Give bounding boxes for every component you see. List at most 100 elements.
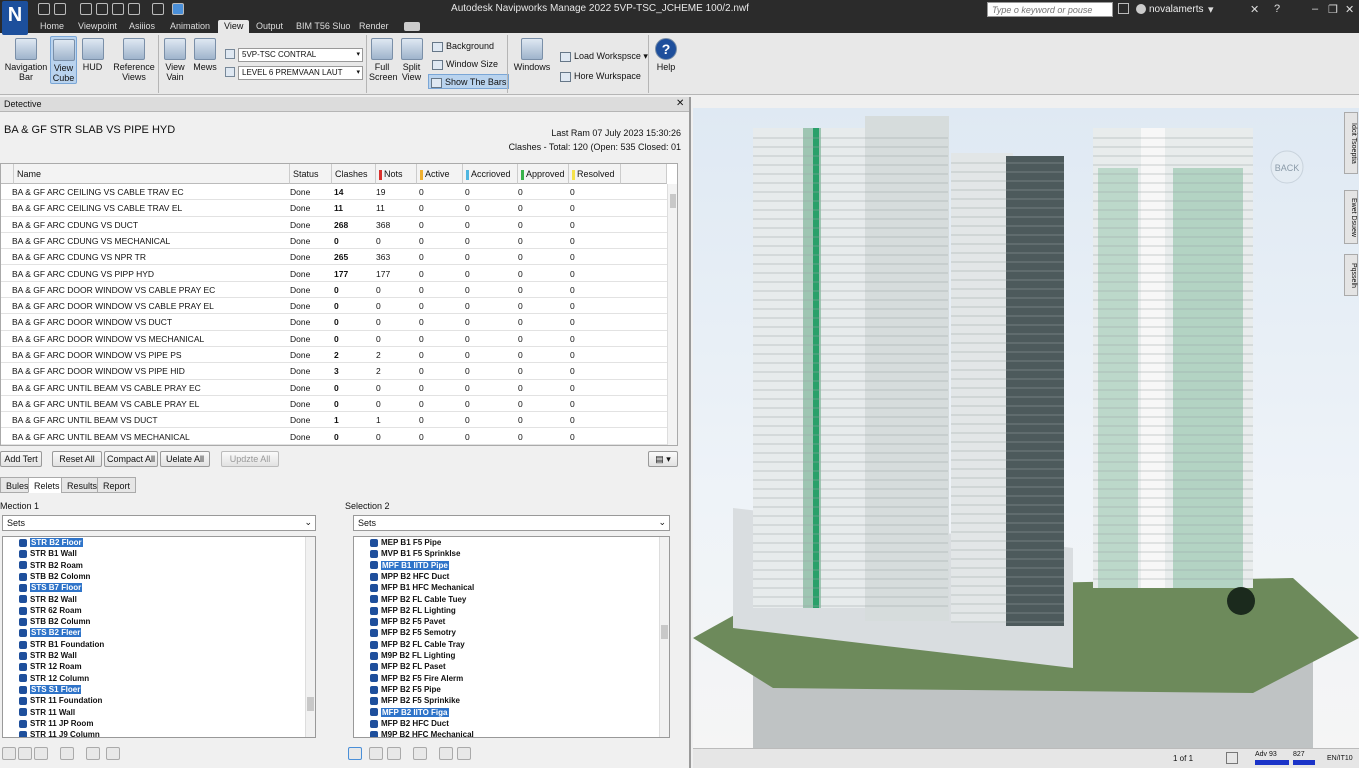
table-row[interactable]: BA & GF ARC CEILING VS CABLE TRAV EL Done… xyxy=(1,200,667,217)
tree-item[interactable]: STR 62 Roam xyxy=(19,606,82,617)
tree-item[interactable]: MVP B1 F5 Sprinklse xyxy=(370,549,460,560)
tree-item[interactable]: M9P B2 FL Lighting xyxy=(370,651,455,662)
3d-viewport[interactable]: BACK xyxy=(693,108,1359,748)
new-icon[interactable] xyxy=(38,3,50,15)
table-row[interactable]: BA & GF ARC UNTIL BEAM VS DUCT Done 1 1 0 0 0 0 xyxy=(1,412,667,429)
maximize-icon[interactable]: ❐ xyxy=(1328,3,1338,16)
tree-item[interactable]: STR 11 J9 Column xyxy=(19,730,100,737)
tab-animation[interactable]: Animation xyxy=(164,20,216,33)
tree-item[interactable]: MFP B2 F5 Pipe xyxy=(370,685,441,696)
side-tab-properties[interactable]: Idcit Tsoeptia xyxy=(1344,112,1358,174)
tree-item[interactable]: STR B2 Wall xyxy=(19,595,77,606)
side-tab-tools[interactable]: Pqsselh xyxy=(1344,254,1358,296)
tree-item[interactable]: MFP B2 FL Cable Tuey xyxy=(370,595,466,606)
tree-item[interactable]: STS B7 Floor xyxy=(19,583,83,594)
exchange-icon[interactable]: ✕ xyxy=(1250,3,1259,16)
tree-icon[interactable] xyxy=(34,747,48,760)
app-menu-button[interactable]: N xyxy=(2,1,28,35)
save-workspace-button[interactable]: Hore Wurkspace xyxy=(558,69,643,84)
view-cube-button[interactable]: View Cube xyxy=(50,36,77,84)
header-active[interactable]: Active xyxy=(417,164,463,184)
selection-b-dropdown[interactable]: Sets ⌄ xyxy=(353,515,670,531)
table-row[interactable]: BA & GF ARC CDUNG VS DUCT Done 268 368 0 0 0 0 xyxy=(1,217,667,233)
tree-item[interactable]: STS B2 Fleer xyxy=(19,628,82,639)
reference-views-button[interactable]: Reference Views xyxy=(112,36,156,82)
split-view-button[interactable]: Split View xyxy=(398,36,425,82)
filter-icon[interactable] xyxy=(60,747,74,760)
header-approved[interactable]: Approved xyxy=(518,164,569,184)
tab-render[interactable]: Render xyxy=(353,20,395,33)
tree-item[interactable]: MEP B1 F5 Pipe xyxy=(370,538,441,549)
tab-select[interactable]: Relets xyxy=(28,477,66,493)
tree-item[interactable]: STR B1 Foundation xyxy=(19,640,104,651)
window-size-button[interactable]: Window Size xyxy=(430,57,500,72)
tree-item[interactable]: MFP B2 FL Paset xyxy=(370,662,446,673)
hud-button[interactable]: HUD xyxy=(80,36,105,72)
tab-options-icon[interactable] xyxy=(404,22,420,31)
open-icon[interactable] xyxy=(54,3,66,15)
tree-item[interactable]: STR B1 Wall xyxy=(19,549,77,560)
filter-icon[interactable] xyxy=(413,747,427,760)
table-row[interactable]: BA & GF ARC UNTIL BEAM VS CABLE PRAY EC D… xyxy=(1,380,667,396)
table-row[interactable]: BA & GF ARC DOOR WINDOW VS MECHANICAL Don… xyxy=(1,331,667,347)
selection-a-dropdown[interactable]: Sets ⌄ xyxy=(2,515,316,531)
header-resolved[interactable]: Resolved xyxy=(569,164,621,184)
add-test-button[interactable]: Add Tert xyxy=(0,451,42,467)
tree-item[interactable]: MFP B1 HFC Mechanical xyxy=(370,583,474,594)
redo-icon[interactable] xyxy=(128,3,140,15)
tree-item[interactable]: MFP B2 FL Cable Tray xyxy=(370,640,465,651)
selection-a-tree[interactable]: STR B2 Floor STR B1 Wall STR B2 Roam STB B2… xyxy=(2,536,316,738)
reset-all-button[interactable]: Reset All xyxy=(52,451,102,467)
tab-view[interactable]: View xyxy=(218,20,250,33)
scroll-thumb[interactable] xyxy=(670,194,676,208)
tree-item[interactable]: MFP B2 IITO Figa xyxy=(370,707,449,719)
header-nots[interactable]: Nots xyxy=(376,164,417,184)
sheet-browser-icon[interactable] xyxy=(1226,752,1238,764)
tree-item[interactable]: STR B2 Floor xyxy=(19,538,83,549)
tab-home[interactable]: Home xyxy=(34,20,70,33)
compact-all-button[interactable]: Compact All xyxy=(104,451,158,467)
table-row[interactable]: BA & GF ARC CDUNG VS MECHANICAL Done 0 0 0 0 0… xyxy=(1,233,667,250)
viewpoint-dropdown[interactable]: 5VP-TSC CONTRAL ▾ xyxy=(238,48,363,62)
tree-item[interactable]: MFP B2 FL Lighting xyxy=(370,606,456,617)
tree-item[interactable]: STR 11 JP Room xyxy=(19,719,93,730)
user-name[interactable]: novalamerts xyxy=(1149,4,1203,15)
pencil-icon[interactable] xyxy=(18,747,32,760)
select-icon[interactable] xyxy=(152,3,164,15)
binoculars-icon[interactable] xyxy=(1118,3,1129,14)
show-bars-button[interactable]: Show The Bars xyxy=(428,74,510,89)
selection-b-scrollbar[interactable] xyxy=(659,537,669,737)
table-row[interactable]: BA & GF ARC CDUNG VS NPR TR Done 265 363 0 0 0… xyxy=(1,249,667,266)
tree-item[interactable]: MFP B2 F5 Sprinkike xyxy=(370,696,460,707)
tree-item[interactable]: STR 11 Foundation xyxy=(19,696,102,707)
selection-tool-icon[interactable] xyxy=(348,747,362,760)
link-icon[interactable] xyxy=(439,747,453,760)
table-row[interactable]: BA & GF ARC CDUNG VS PIPP HYD Done 177 177 0… xyxy=(1,266,667,282)
help-button[interactable]: ? Help xyxy=(652,36,680,72)
table-row[interactable]: BA & GF ARC UNTIL BEAM VS MECHANICAL Done… xyxy=(1,429,667,445)
tab-output[interactable]: Output xyxy=(250,20,289,33)
close-icon[interactable]: ✕ xyxy=(1345,3,1354,16)
minimize-icon[interactable]: – xyxy=(1312,3,1318,15)
refresh-icon[interactable] xyxy=(457,747,471,760)
table-row[interactable]: BA & GF ARC DOOR WINDOW VS PIPE HID Done 3… xyxy=(1,363,667,380)
refresh-icon[interactable] xyxy=(106,747,120,760)
update-all-button[interactable]: Uelate All xyxy=(160,451,210,467)
table-row[interactable]: BA & GF ARC DOOR WINDOW VS PIPE PS Done 2 2… xyxy=(1,347,667,364)
table-row[interactable]: BA & GF ARC CEILING VS CABLE TRAV EC Done… xyxy=(1,184,667,201)
load-workspace-button[interactable]: Load Workspsce ▾ xyxy=(558,49,650,64)
header-accrioved[interactable]: Accrioved xyxy=(463,164,518,184)
tree-item[interactable]: STR B2 Roam xyxy=(19,561,83,572)
table-scrollbar[interactable] xyxy=(667,184,677,445)
tree-item[interactable]: MFP B2 F5 Pavet xyxy=(370,617,445,628)
help-icon[interactable]: ? xyxy=(1274,3,1280,15)
tree-item[interactable]: MFP B2 HFC Duct xyxy=(370,719,449,730)
tab-viewpoint[interactable]: Viewpoint xyxy=(72,20,123,33)
level-dropdown[interactable]: LEVEL 6 PREMVAAN LAUT ▾ xyxy=(238,66,363,80)
tree-item[interactable]: MFP B2 F5 Semotry xyxy=(370,628,456,639)
tree-item[interactable]: STR 11 Wall xyxy=(19,708,75,719)
view-vain-button[interactable]: View Vain xyxy=(162,36,188,82)
tree-item[interactable]: STB B2 Column xyxy=(19,617,90,628)
selection-tool-icon[interactable] xyxy=(2,747,16,760)
save-icon[interactable] xyxy=(80,3,92,15)
